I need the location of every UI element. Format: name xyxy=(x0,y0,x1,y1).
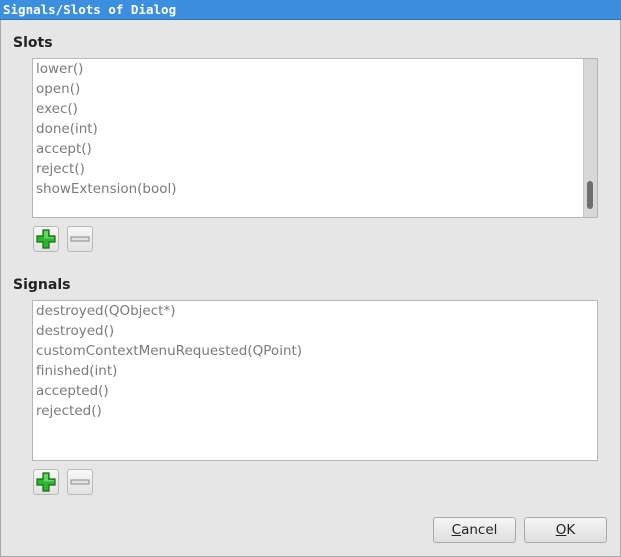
title-bar[interactable]: Signals/Slots of Dialog xyxy=(0,0,621,20)
cancel-button[interactable]: Cancel xyxy=(433,517,516,543)
signals-list[interactable]: destroyed(QObject*) destroyed() customCo… xyxy=(32,300,598,461)
slot-item[interactable]: reject() xyxy=(36,159,85,179)
signal-item[interactable]: destroyed() xyxy=(36,321,114,341)
ok-mnemonic: O xyxy=(555,522,567,538)
minus-icon xyxy=(70,236,90,242)
slots-scroll-thumb[interactable] xyxy=(587,181,593,209)
signals-label: Signals xyxy=(13,277,71,293)
cancel-mnemonic: C xyxy=(451,522,462,538)
cancel-label: ancel xyxy=(461,522,498,538)
slots-scrollbar[interactable] xyxy=(583,59,597,217)
signal-item[interactable]: accepted() xyxy=(36,381,109,401)
slot-item[interactable]: exec() xyxy=(36,99,78,119)
slot-item[interactable]: lower() xyxy=(36,59,83,79)
remove-slot-button[interactable] xyxy=(67,226,93,252)
signal-item[interactable]: finished(int) xyxy=(36,361,117,381)
remove-signal-button[interactable] xyxy=(67,469,93,495)
slots-label: Slots xyxy=(13,35,53,51)
ok-label: K xyxy=(566,522,576,538)
add-slot-button[interactable] xyxy=(33,226,59,252)
slots-list[interactable]: lower() open() exec() done(int) accept()… xyxy=(32,58,598,218)
plus-icon xyxy=(36,472,56,492)
signal-item[interactable]: customContextMenuRequested(QPoint) xyxy=(36,341,302,361)
slot-item[interactable]: showExtension(bool) xyxy=(36,179,177,199)
slot-item[interactable]: done(int) xyxy=(36,119,98,139)
slot-item[interactable]: open() xyxy=(36,79,80,99)
window-title: Signals/Slots of Dialog xyxy=(3,2,177,17)
slot-item[interactable]: accept() xyxy=(36,139,92,159)
ok-button[interactable]: OK xyxy=(524,517,607,543)
signal-item[interactable]: rejected() xyxy=(36,401,102,421)
minus-icon xyxy=(70,479,90,485)
signal-item[interactable]: destroyed(QObject*) xyxy=(36,301,175,321)
plus-icon xyxy=(36,229,56,249)
add-signal-button[interactable] xyxy=(33,469,59,495)
